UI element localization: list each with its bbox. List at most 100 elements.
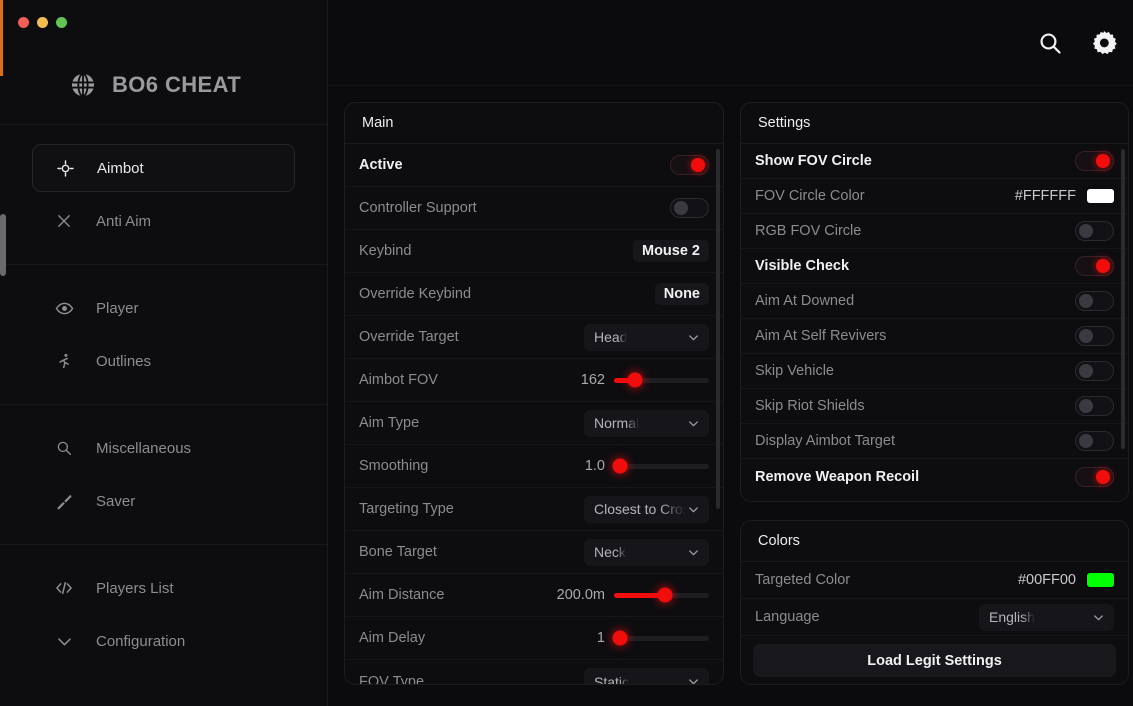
row-control: Head bbox=[584, 323, 709, 351]
sidebar-group-1: Aimbot Anti Aim bbox=[0, 125, 327, 265]
crosshair-icon bbox=[55, 158, 75, 178]
close-x-icon bbox=[54, 211, 74, 231]
close-window-button[interactable] bbox=[18, 17, 29, 28]
row-control: Neck bbox=[584, 538, 709, 566]
sidebar-item-label: Player bbox=[96, 299, 139, 317]
row-fov-type: FOV Type Static bbox=[345, 660, 723, 684]
row-override-target: Override Target Head bbox=[345, 316, 723, 359]
row-control: Static bbox=[584, 668, 709, 684]
sidebar-item-anti-aim[interactable]: Anti Aim bbox=[32, 197, 295, 245]
sidebar-item-label: Outlines bbox=[96, 352, 152, 370]
settings-panel-body: Show FOV Circle FOV Circle Color #FFFFFF bbox=[741, 144, 1128, 501]
main-panel: Main Active Controller Support Keybind M… bbox=[344, 102, 724, 685]
row-label: Skip Riot Shields bbox=[755, 398, 865, 414]
chevron-down-icon bbox=[54, 631, 74, 651]
background-window-scrollbar[interactable] bbox=[0, 214, 6, 276]
row-control bbox=[1075, 221, 1114, 241]
row-label: Aim Distance bbox=[359, 587, 445, 603]
override-target-select[interactable]: Head bbox=[584, 323, 709, 351]
sidebar-item-configuration[interactable]: Configuration bbox=[32, 617, 295, 665]
skip-vehicle-toggle[interactable] bbox=[1075, 361, 1114, 381]
targeting-type-select[interactable]: Closest to Crosshair bbox=[584, 495, 709, 523]
fov-type-select[interactable]: Static bbox=[584, 668, 709, 684]
sidebar: BO6 CHEAT Aimbot Anti Aim Player Outline… bbox=[0, 0, 328, 706]
sidebar-item-label: Players List bbox=[96, 579, 174, 597]
select-value: Closest to Crosshair bbox=[594, 501, 686, 517]
aim-delay-value: 1 bbox=[596, 630, 605, 646]
override-keybind-value[interactable]: None bbox=[654, 283, 709, 305]
row-show-fov-circle: Show FOV Circle bbox=[741, 144, 1128, 179]
row-label: Controller Support bbox=[359, 200, 477, 216]
aim-at-self-revivers-toggle[interactable] bbox=[1075, 326, 1114, 346]
aim-delay-slider[interactable] bbox=[612, 630, 709, 646]
row-control: 1.0 bbox=[575, 458, 709, 474]
row-controller-support: Controller Support bbox=[345, 187, 723, 230]
chevron-down-icon bbox=[686, 545, 701, 560]
search-icon bbox=[54, 438, 74, 458]
colors-panel-body: Targeted Color #00FF00 Language English bbox=[741, 562, 1128, 677]
row-label: Remove Weapon Recoil bbox=[755, 468, 920, 485]
row-label: Show FOV Circle bbox=[755, 153, 872, 169]
aim-at-downed-toggle[interactable] bbox=[1075, 291, 1114, 311]
minimize-window-button[interactable] bbox=[37, 17, 48, 28]
aim-distance-value: 200.0m bbox=[556, 587, 605, 603]
eye-icon bbox=[54, 298, 74, 318]
sidebar-nav: Aimbot Anti Aim Player Outlines Miscella… bbox=[0, 125, 327, 684]
zoom-window-button[interactable] bbox=[56, 17, 67, 28]
row-control bbox=[1075, 151, 1114, 171]
sidebar-item-players-list[interactable]: Players List bbox=[32, 564, 295, 612]
active-toggle[interactable] bbox=[670, 155, 709, 175]
settings-panel-scrollbar[interactable] bbox=[1121, 149, 1125, 449]
search-icon[interactable] bbox=[1037, 30, 1063, 56]
row-language: Language English bbox=[741, 599, 1128, 636]
language-select[interactable]: English bbox=[979, 603, 1114, 631]
row-control: None bbox=[654, 283, 709, 305]
sidebar-item-outlines[interactable]: Outlines bbox=[32, 337, 295, 385]
keybind-value[interactable]: Mouse 2 bbox=[632, 240, 709, 262]
sidebar-item-aimbot[interactable]: Aimbot bbox=[32, 144, 295, 192]
bone-target-select[interactable]: Neck bbox=[584, 538, 709, 566]
row-label: Aim Type bbox=[359, 415, 420, 431]
targeted-color-swatch[interactable] bbox=[1087, 573, 1114, 587]
row-label: Aim At Downed bbox=[755, 293, 855, 309]
select-value: Head bbox=[594, 329, 628, 345]
app-window: BO6 CHEAT Aimbot Anti Aim Player Outline… bbox=[0, 0, 1133, 706]
visible-check-toggle[interactable] bbox=[1075, 256, 1114, 276]
row-smoothing: Smoothing 1.0 bbox=[345, 445, 723, 488]
load-legit-settings-button[interactable]: Load Legit Settings bbox=[753, 644, 1116, 677]
row-aim-delay: Aim Delay 1 bbox=[345, 617, 723, 660]
sidebar-item-miscellaneous[interactable]: Miscellaneous bbox=[32, 424, 295, 472]
display-aimbot-target-toggle[interactable] bbox=[1075, 431, 1114, 451]
fov-circle-color-swatch[interactable] bbox=[1087, 189, 1114, 203]
row-label: Visible Check bbox=[755, 258, 850, 274]
row-aim-type: Aim Type Normal bbox=[345, 402, 723, 445]
row-bone-target: Bone Target Neck bbox=[345, 531, 723, 574]
row-targeting-type: Targeting Type Closest to Crosshair bbox=[345, 488, 723, 531]
settings-panel: Settings Show FOV Circle FOV Circle Colo… bbox=[740, 102, 1129, 502]
aim-distance-slider[interactable] bbox=[614, 587, 709, 603]
select-value: Neck bbox=[594, 544, 626, 560]
targeted-color-hex: #00FF00 bbox=[1017, 572, 1076, 588]
row-control bbox=[670, 198, 709, 218]
row-control: Normal bbox=[584, 409, 709, 437]
aimbot-fov-value: 162 bbox=[580, 372, 605, 388]
row-aim-at-self-revivers: Aim At Self Revivers bbox=[741, 319, 1128, 354]
page-title: BO6 CHEAT bbox=[112, 71, 242, 97]
smoothing-slider[interactable] bbox=[612, 458, 709, 474]
controller-support-toggle[interactable] bbox=[670, 198, 709, 218]
remove-weapon-recoil-toggle[interactable] bbox=[1075, 466, 1114, 487]
main-panel-title: Main bbox=[345, 103, 723, 144]
gear-icon[interactable] bbox=[1091, 30, 1117, 56]
main-panel-scrollbar[interactable] bbox=[716, 149, 720, 509]
row-display-aimbot-target: Display Aimbot Target bbox=[741, 424, 1128, 459]
sidebar-item-saver[interactable]: Saver bbox=[32, 477, 295, 525]
rgb-fov-circle-toggle[interactable] bbox=[1075, 221, 1114, 241]
aimbot-fov-slider[interactable] bbox=[614, 372, 709, 388]
show-fov-circle-toggle[interactable] bbox=[1075, 151, 1114, 171]
sidebar-group-4: Players List Configuration bbox=[0, 545, 327, 684]
skip-riot-shields-toggle[interactable] bbox=[1075, 396, 1114, 416]
sidebar-item-player[interactable]: Player bbox=[32, 284, 295, 332]
right-column: Settings Show FOV Circle FOV Circle Colo… bbox=[740, 102, 1129, 706]
aim-type-select[interactable]: Normal bbox=[584, 409, 709, 437]
row-label: Aim At Self Revivers bbox=[755, 328, 887, 344]
